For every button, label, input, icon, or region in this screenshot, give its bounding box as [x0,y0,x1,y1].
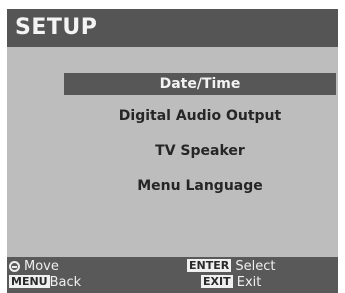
footer-help-bar: Move MENU Back ENTER Select EXIT Exit [7,257,338,293]
exit-hint: EXIT Exit [201,275,261,291]
menu-item-menu-language[interactable]: Menu Language [64,175,336,197]
menu-item-digital-audio-output[interactable]: Digital Audio Output [64,105,336,127]
page-title: SETUP [15,15,98,40]
move-arrows-icon [9,261,20,272]
back-label: Back [49,275,82,290]
exit-label: Exit [236,275,262,290]
menu-key-badge: MENU [9,275,50,288]
move-hint: Move [9,259,59,275]
back-hint: MENU Back [9,275,81,291]
select-hint: ENTER Select [187,259,275,275]
menu-item-date-time[interactable]: Date/Time [64,73,336,95]
title-bar: SETUP [7,9,338,47]
enter-key-badge: ENTER [187,259,232,272]
exit-key-badge: EXIT [201,275,233,288]
move-label: Move [24,259,59,274]
setup-menu-screen: SETUP Date/Time Digital Audio Output TV … [7,9,338,293]
select-label: Select [235,259,276,274]
menu-item-tv-speaker[interactable]: TV Speaker [64,140,336,162]
